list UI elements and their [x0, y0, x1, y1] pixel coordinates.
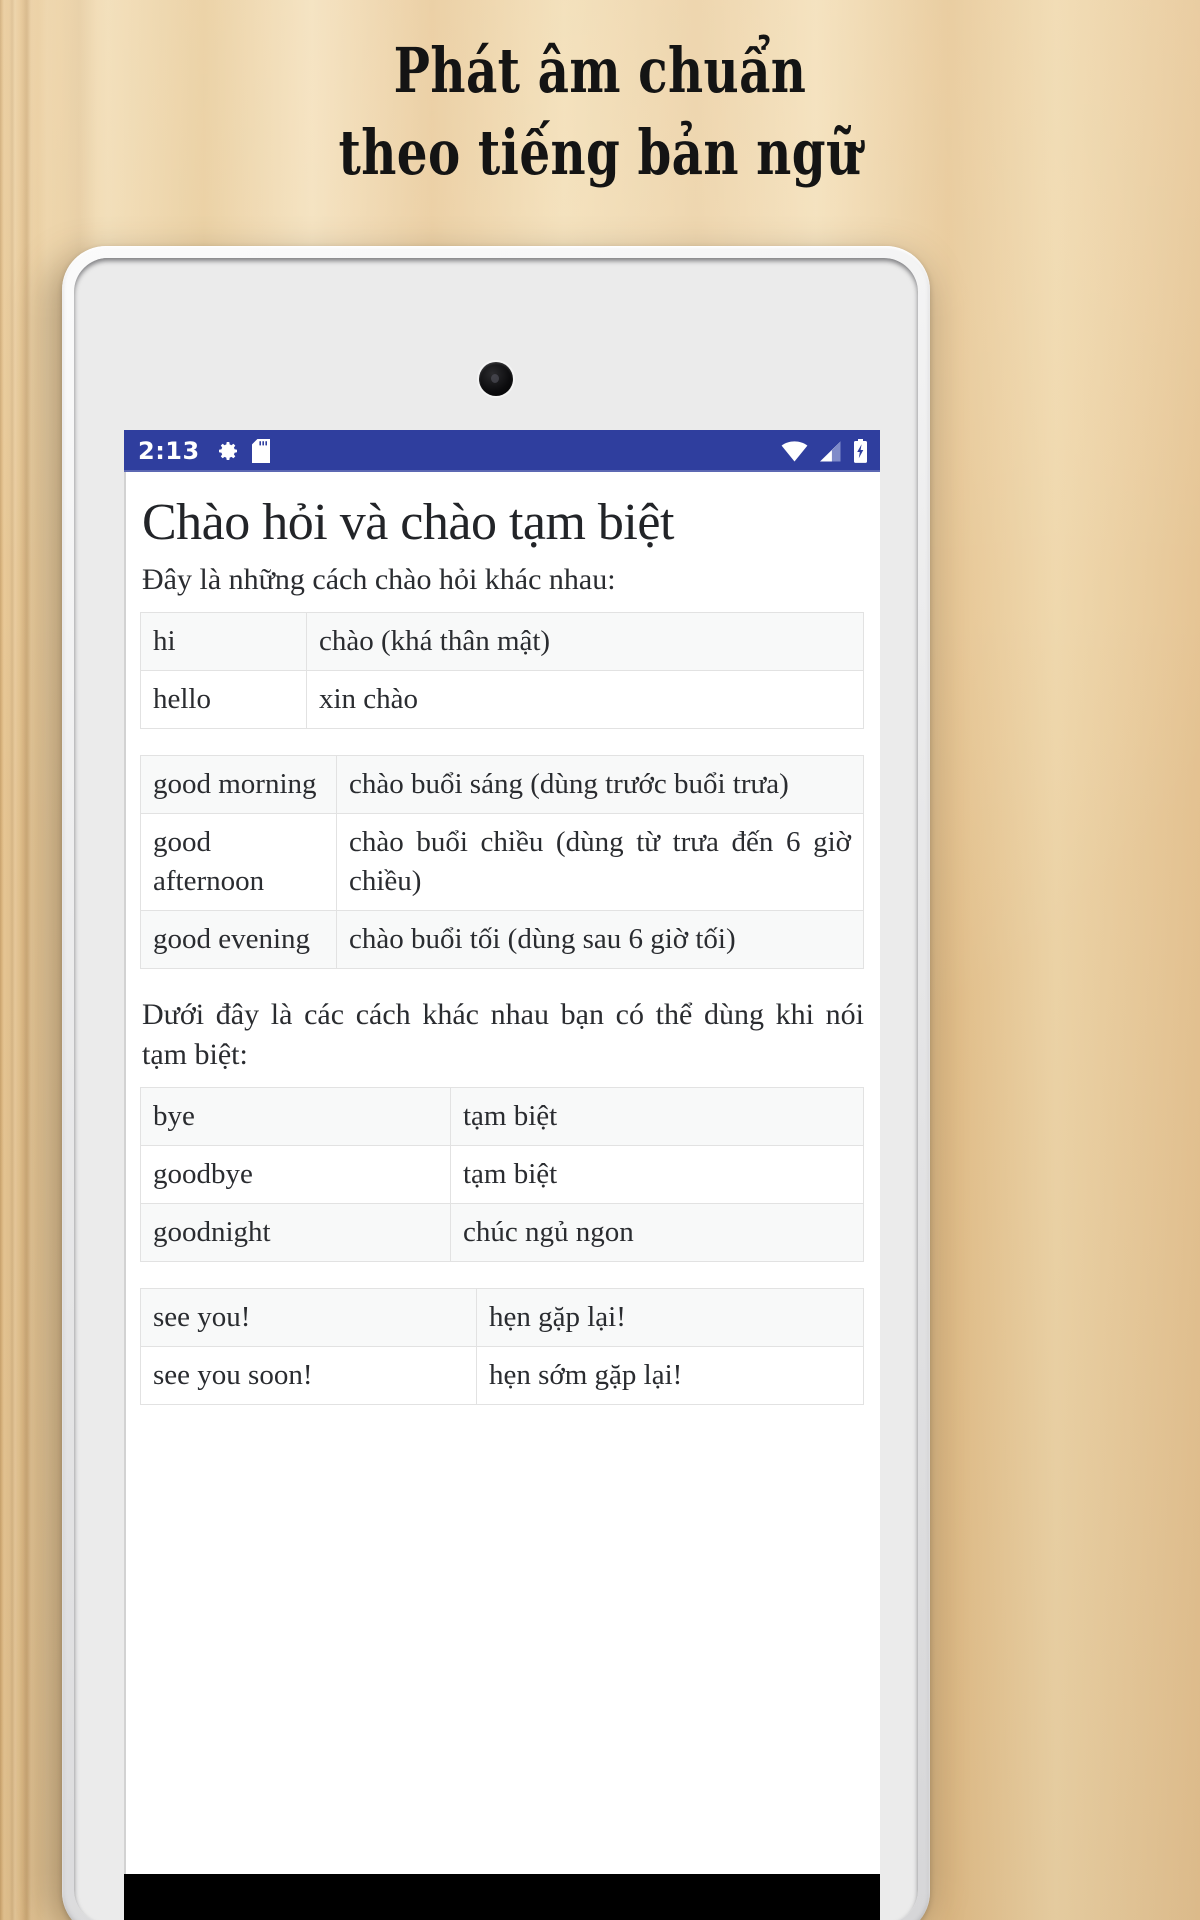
status-bar-right-icons — [781, 439, 868, 463]
table-row: good evening chào buổi tối (dùng sau 6 g… — [140, 910, 864, 969]
term-en: see you! — [140, 1288, 477, 1347]
term-en: bye — [140, 1087, 451, 1146]
signal-icon — [819, 441, 842, 462]
table-farewells-basic: bye tạm biệt goodbye tạm biệt goodnight … — [140, 1087, 864, 1262]
tablet-bezel: 2:13 Chào hỏi và chào tạm biệt Đây là nh… — [74, 258, 918, 1920]
sd-card-icon — [251, 439, 270, 463]
term-en: good afternoon — [140, 813, 337, 911]
article-content: Chào hỏi và chào tạm biệt Đây là những c… — [124, 472, 880, 1920]
battery-charging-icon — [853, 439, 868, 463]
term-vi: chào (khá thân mật) — [306, 612, 864, 671]
table-row: good morning chào buổi sáng (dùng trước … — [140, 755, 864, 814]
promo-headline-line-1: Phát âm chuẩn — [393, 34, 807, 107]
table-row: goodnight chúc ngủ ngon — [140, 1203, 864, 1262]
table-row: see you soon! hẹn sớm gặp lại! — [140, 1346, 864, 1405]
term-vi: chào buổi tối (dùng sau 6 giờ tối) — [336, 910, 864, 969]
table-row: good afternoon chào buổi chiều (dùng từ … — [140, 813, 864, 911]
term-en: good evening — [140, 910, 337, 969]
middle-paragraph: Dưới đây là các cách khác nhau bạn có th… — [142, 998, 864, 1071]
term-vi: tạm biệt — [450, 1145, 864, 1204]
table-greetings-basic: hi chào (khá thân mật) hello xin chào — [140, 612, 864, 729]
tablet-device-frame: 2:13 Chào hỏi và chào tạm biệt Đây là nh… — [62, 246, 930, 1920]
term-en: goodnight — [140, 1203, 451, 1262]
table-row: see you! hẹn gặp lại! — [140, 1288, 864, 1347]
term-en: hello — [140, 670, 307, 729]
table-greetings-time-of-day: good morning chào buổi sáng (dùng trước … — [140, 755, 864, 969]
term-vi: xin chào — [306, 670, 864, 729]
term-en: goodbye — [140, 1145, 451, 1204]
status-bar: 2:13 — [124, 430, 880, 472]
wifi-icon — [781, 440, 808, 462]
navigation-bar — [124, 1874, 880, 1920]
term-vi: hẹn sớm gặp lại! — [476, 1346, 864, 1405]
term-vi: tạm biệt — [450, 1087, 864, 1146]
term-en: good morning — [140, 755, 337, 814]
table-farewells-see-you: see you! hẹn gặp lại! see you soon! hẹn … — [140, 1288, 864, 1405]
table-row: goodbye tạm biệt — [140, 1145, 864, 1204]
device-screen: 2:13 Chào hỏi và chào tạm biệt Đây là nh… — [124, 430, 880, 1920]
term-en: see you soon! — [140, 1346, 477, 1405]
gear-icon — [216, 439, 240, 463]
intro-paragraph: Đây là những cách chào hỏi khác nhau: — [142, 563, 616, 596]
table-row: bye tạm biệt — [140, 1087, 864, 1146]
status-bar-clock: 2:13 — [138, 437, 200, 465]
table-row: hi chào (khá thân mật) — [140, 612, 864, 671]
page-title: Chào hỏi và chào tạm biệt — [142, 494, 674, 551]
term-vi: chào buổi sáng (dùng trước buổi trưa) — [336, 755, 864, 814]
table-row: hello xin chào — [140, 670, 864, 729]
promo-headline-line-2: theo tiếng bản ngữ — [338, 116, 862, 189]
term-en: hi — [140, 612, 307, 671]
front-camera-icon — [479, 362, 513, 396]
term-vi: chào buổi chiều (dùng từ trưa đến 6 giờ … — [336, 813, 864, 911]
term-vi: hẹn gặp lại! — [476, 1288, 864, 1347]
term-vi: chúc ngủ ngon — [450, 1203, 864, 1262]
promo-headline: Phát âm chuẩn theo tiếng bản ngữ — [0, 30, 1200, 194]
